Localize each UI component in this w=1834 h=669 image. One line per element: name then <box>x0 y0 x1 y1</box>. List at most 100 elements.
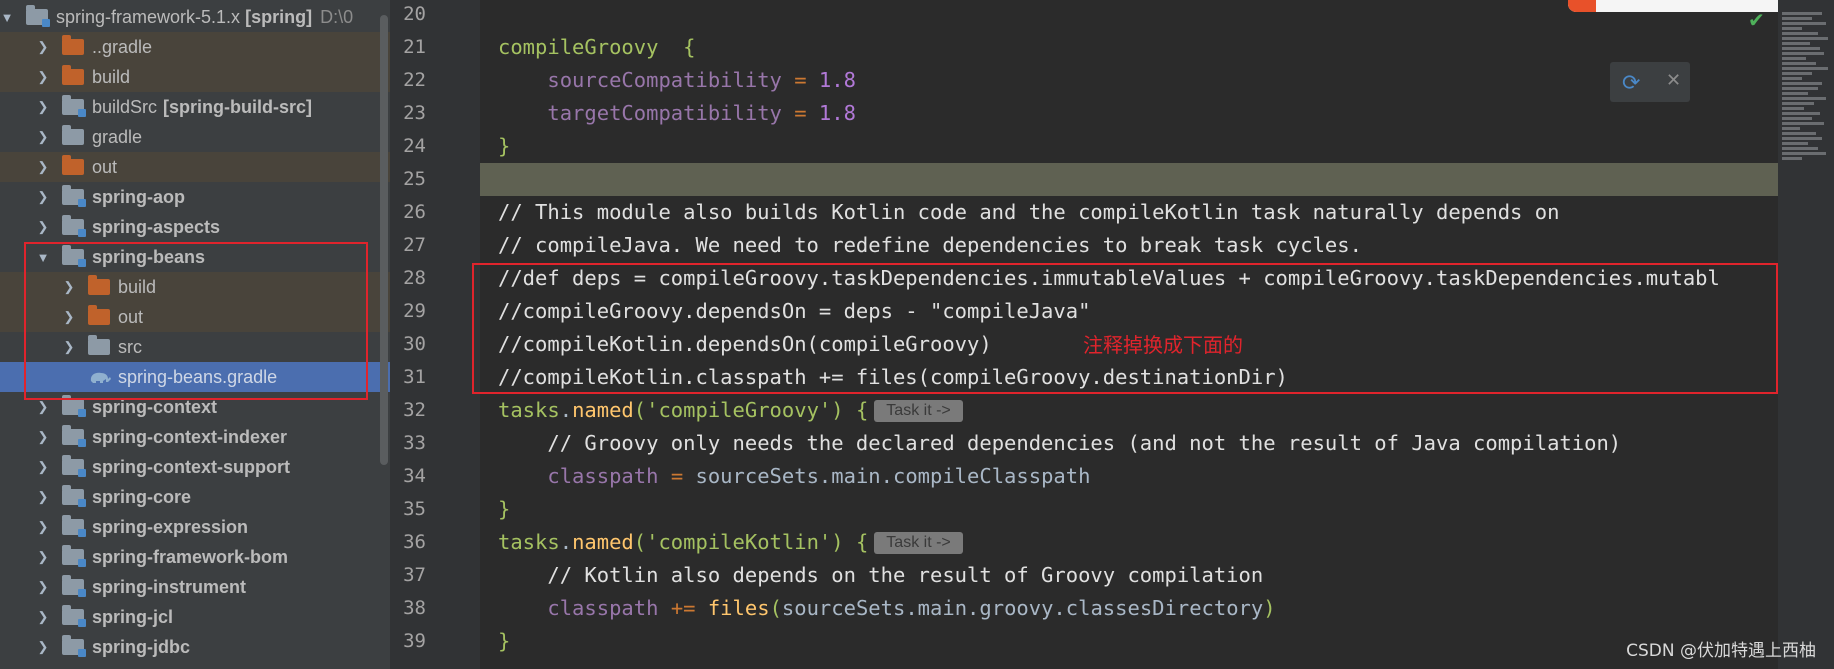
chevron-right-icon[interactable]: ❯ <box>36 189 50 205</box>
chevron-right-icon[interactable]: ❯ <box>36 429 50 445</box>
code-text: // Groovy only needs the declared depend… <box>498 427 1621 460</box>
gradle-reload-icon[interactable]: ⟳ <box>1622 70 1640 96</box>
minimap-line <box>1782 62 1816 65</box>
minimap-line <box>1782 87 1818 90</box>
code-line[interactable]: tasks.named('compileGroovy') {Task it -> <box>480 394 1778 427</box>
minimap-line <box>1782 102 1814 105</box>
chevron-right-icon[interactable]: ❯ <box>36 489 50 505</box>
editor-gutter: 20 21 22 23 24 25 26 27 28 29 30 31 32 33 34 35 36 37 38 39 <box>390 0 480 669</box>
chevron-right-icon[interactable]: ❯ <box>36 219 50 235</box>
tree-item[interactable]: ❯ gradle <box>0 122 390 152</box>
tree-item[interactable]: ❯ spring-core <box>0 482 390 512</box>
minimap-line <box>1782 132 1816 135</box>
code-token: tasks <box>498 398 560 422</box>
minimap-line <box>1782 32 1818 35</box>
code-token: 'compileGroovy' <box>646 398 832 422</box>
chevron-right-icon[interactable]: ❯ <box>36 99 50 115</box>
chevron-right-icon[interactable]: ❯ <box>36 159 50 175</box>
code-line[interactable]: } <box>480 130 1778 163</box>
annotation-box-tree <box>24 242 368 400</box>
tree-root[interactable]: ▼ spring-framework-5.1.x [spring] D:\0 <box>0 2 390 32</box>
line-number: 27 <box>403 234 426 256</box>
tree-item[interactable]: ❯ spring-context-indexer <box>0 422 390 452</box>
minimap-line <box>1782 57 1806 60</box>
code-token: ( <box>633 398 647 422</box>
minimap-line <box>1782 157 1802 160</box>
tree-item[interactable]: ❯ ..gradle <box>0 32 390 62</box>
code-line[interactable]: sourceCompatibility = 1.8 <box>480 64 1778 97</box>
tree-item[interactable]: ❯ spring-aop <box>0 182 390 212</box>
minimap[interactable] <box>1778 0 1834 669</box>
tree-item[interactable]: ❯ out <box>0 152 390 182</box>
close-icon[interactable]: ✕ <box>1666 70 1681 91</box>
code-text: tasks.named('compileGroovy') {Task it -> <box>498 394 963 427</box>
minimap-line <box>1782 137 1822 140</box>
tree-item-label: spring-core <box>92 486 192 507</box>
tree-item[interactable]: ❯ spring-jcl <box>0 602 390 632</box>
chevron-right-icon[interactable]: ❯ <box>36 129 50 145</box>
chevron-right-icon[interactable]: ❯ <box>36 69 50 85</box>
tree-item-label: gradle <box>92 126 143 147</box>
code-line[interactable]: // compileJava. We need to redefine depe… <box>480 229 1778 262</box>
tree-item[interactable]: ❯ spring-framework-bom <box>0 542 390 572</box>
minimap-line <box>1782 117 1812 120</box>
chevron-down-icon[interactable]: ▼ <box>0 10 14 25</box>
tree-item[interactable]: ❯ spring-aspects <box>0 212 390 242</box>
code-token: 'compileKotlin' <box>646 530 832 554</box>
chevron-right-icon[interactable]: ❯ <box>36 609 50 625</box>
code-token: sourceCompatibility <box>547 68 782 92</box>
module-folder-icon <box>62 545 86 567</box>
code-line[interactable]: // Groovy only needs the declared depend… <box>480 427 1778 460</box>
code-text: classpath = sourceSets.main.compileClass… <box>498 460 1090 493</box>
module-folder-icon <box>62 605 86 627</box>
tree-item[interactable]: ❯ spring-expression <box>0 512 390 542</box>
line-number: 33 <box>403 432 426 454</box>
minimap-line <box>1782 67 1828 70</box>
tree-item-label: spring-jdbc <box>92 636 190 657</box>
line-number: 20 <box>403 3 426 25</box>
code-line[interactable]: // This module also builds Kotlin code a… <box>480 196 1778 229</box>
minimap-line <box>1782 77 1802 80</box>
tree-item[interactable]: ❯ build <box>0 62 390 92</box>
chevron-right-icon[interactable]: ❯ <box>36 459 50 475</box>
line-number: 29 <box>403 300 426 322</box>
tree-item[interactable]: ❯ spring-jdbc <box>0 632 390 662</box>
chevron-right-icon[interactable]: ❯ <box>36 399 50 415</box>
code-token: targetCompatibility <box>547 101 782 125</box>
chevron-right-icon[interactable]: ❯ <box>36 39 50 55</box>
code-token: { <box>855 530 869 554</box>
code-line[interactable]: classpath = sourceSets.main.compileClass… <box>480 460 1778 493</box>
code-line[interactable] <box>480 163 1778 196</box>
tree-item[interactable]: ❯ spring-instrument <box>0 572 390 602</box>
tree-scrollbar[interactable] <box>380 15 388 465</box>
code-token: 1.8 <box>818 68 856 92</box>
code-line[interactable]: tasks.named('compileKotlin') {Task it -> <box>480 526 1778 559</box>
code-line[interactable]: compileGroovy { <box>480 31 1778 64</box>
code-line[interactable]: } <box>480 493 1778 526</box>
chevron-right-icon[interactable]: ❯ <box>36 519 50 535</box>
code-text: // Kotlin also depends on the result of … <box>498 559 1263 592</box>
code-token: classpath <box>547 596 659 620</box>
code-line[interactable]: } <box>480 625 1778 658</box>
tree-item[interactable]: ❯ spring-context-support <box>0 452 390 482</box>
tree-item-label: spring-framework-bom <box>92 546 289 567</box>
minimap-line <box>1782 72 1812 75</box>
code-text: } <box>498 130 510 163</box>
line-number: 25 <box>403 168 426 190</box>
code-line[interactable]: targetCompatibility = 1.8 <box>480 97 1778 130</box>
code-token: { <box>855 398 869 422</box>
chevron-right-icon[interactable]: ❯ <box>36 579 50 595</box>
minimap-line <box>1782 127 1800 130</box>
code-text: targetCompatibility = 1.8 <box>498 97 856 130</box>
chevron-right-icon[interactable]: ❯ <box>36 549 50 565</box>
minimap-line <box>1782 92 1808 95</box>
chevron-right-icon[interactable]: ❯ <box>36 639 50 655</box>
code-line[interactable]: classpath += files(sourceSets.main.groov… <box>480 592 1778 625</box>
code-line[interactable]: // Kotlin also depends on the result of … <box>480 559 1778 592</box>
tree-item-label: spring-context-indexer <box>92 426 288 447</box>
tree-item[interactable]: ❯ buildSrc [spring-build-src] <box>0 92 390 122</box>
folder-icon <box>62 65 84 85</box>
